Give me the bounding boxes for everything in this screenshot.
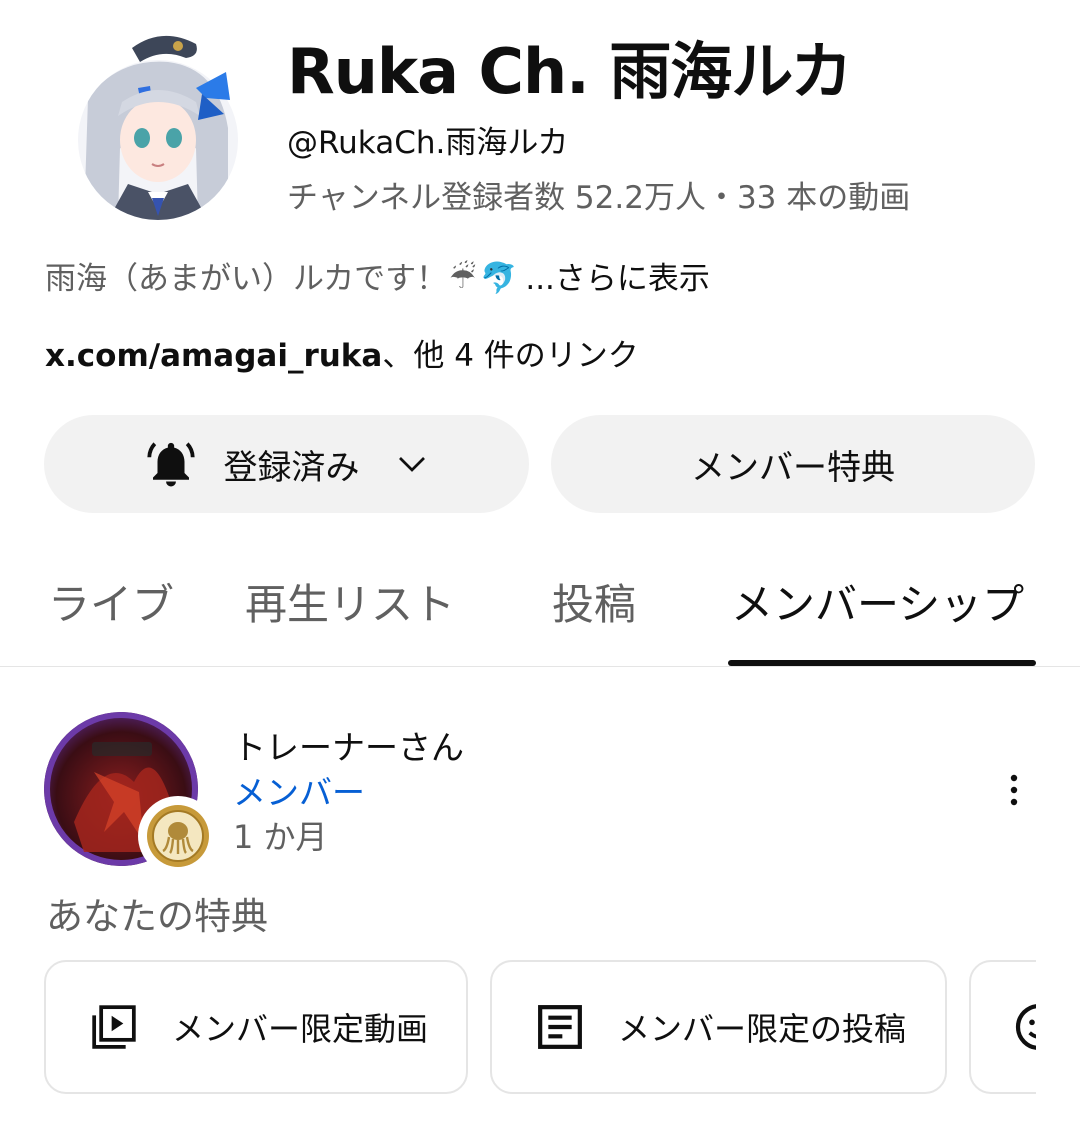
member-perks-button[interactable]: メンバー特典 bbox=[551, 415, 1035, 513]
channel-links[interactable]: x.com/amagai_ruka、他 4 件のリンク bbox=[45, 333, 639, 379]
member-badge bbox=[138, 796, 218, 876]
channel-stats: チャンネル登録者数 52.2万人・33 本の動画 bbox=[287, 180, 911, 216]
emoji-icon bbox=[1015, 1004, 1036, 1050]
show-more-link[interactable]: ...さらに表示 bbox=[525, 256, 710, 302]
tab-membership[interactable]: メンバーシップ bbox=[731, 573, 1024, 637]
tab-posts[interactable]: 投稿 bbox=[552, 573, 636, 637]
tab-live[interactable]: ライブ bbox=[48, 573, 174, 637]
perks-carousel[interactable]: メンバー限定動画 メンバー限定の投稿 bbox=[44, 958, 1036, 1100]
umbrella-emoji: ☔ bbox=[449, 261, 476, 296]
tabs-divider bbox=[0, 666, 1080, 667]
chevron-down-icon bbox=[398, 457, 425, 472]
member-duration: 1 か月 bbox=[233, 818, 328, 856]
perk-card-member-posts[interactable]: メンバー限定の投稿 bbox=[490, 960, 947, 1094]
dolphin-emoji: 🐬 bbox=[479, 261, 518, 296]
tab-playlists[interactable]: 再生リスト bbox=[245, 573, 455, 637]
member-status: メンバー bbox=[233, 773, 365, 812]
more-links-text: 、他 4 件のリンク bbox=[382, 338, 639, 374]
kebab-menu-icon bbox=[1010, 774, 1018, 806]
subscribed-button[interactable]: 登録済み bbox=[44, 415, 529, 513]
member-perks-label: メンバー特典 bbox=[691, 447, 895, 488]
perks-title: あなたの特典 bbox=[46, 895, 268, 938]
bell-ring-icon bbox=[146, 442, 195, 487]
post-icon bbox=[538, 1005, 582, 1049]
member-badge-icon bbox=[147, 805, 209, 867]
subscribed-label: 登録済み bbox=[223, 447, 360, 488]
perk-label: メンバー限定動画 bbox=[172, 1010, 429, 1048]
member-name: トレーナーさん bbox=[233, 728, 464, 767]
primary-link[interactable]: x.com/amagai_ruka bbox=[45, 338, 382, 374]
perk-card-member-videos[interactable]: メンバー限定動画 bbox=[44, 960, 468, 1094]
perk-card-emoji[interactable] bbox=[969, 960, 1036, 1094]
channel-description[interactable]: 雨海（あまがい）ルカです！ ☔ 🐬 ...さらに表示 bbox=[45, 256, 710, 302]
channel-name: Ruka Ch. 雨海ルカ bbox=[287, 35, 852, 108]
channel-avatar[interactable] bbox=[78, 28, 238, 220]
video-library-icon bbox=[92, 1005, 136, 1049]
perk-label: メンバー限定の投稿 bbox=[618, 1010, 907, 1048]
channel-handle: @RukaCh.雨海ルカ bbox=[287, 125, 569, 161]
description-text: 雨海（あまがい）ルカです！ bbox=[45, 261, 448, 297]
more-options-button[interactable] bbox=[996, 766, 1032, 814]
